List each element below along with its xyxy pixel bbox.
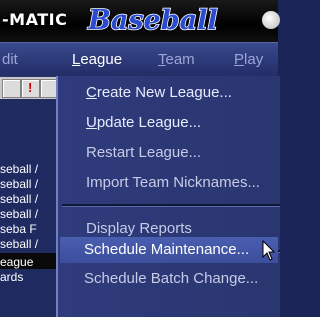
menu-item-schedule-batch-change[interactable]: Schedule Batch Change... bbox=[84, 270, 258, 287]
menu-item-schedule-maintenance[interactable]: Schedule Maintenance... bbox=[60, 237, 278, 263]
toolbar: ! bbox=[0, 77, 59, 100]
menu-league[interactable]: League bbox=[72, 51, 122, 68]
list-item[interactable]: seball / bbox=[0, 192, 56, 206]
list-item[interactable]: seba F bbox=[0, 222, 56, 236]
create-label: reate New League... bbox=[96, 84, 232, 101]
restart-label: Restart League... bbox=[86, 144, 202, 161]
menu-item-restart-league[interactable]: Restart League... bbox=[86, 144, 201, 161]
update-key: U bbox=[86, 114, 97, 131]
title-banner: -MATIC Baseball bbox=[0, 0, 280, 42]
baseball-logo: Baseball bbox=[86, 4, 218, 34]
alert-icon: ! bbox=[28, 80, 33, 95]
toolbar-alert-button[interactable]: ! bbox=[21, 79, 40, 98]
menu-item-display-reports[interactable]: Display Reports bbox=[86, 220, 192, 237]
menu-item-create-new-league[interactable]: Create New League... bbox=[86, 84, 232, 101]
schedule-maintenance-label: Schedule Maintenance... bbox=[84, 241, 250, 258]
list-item[interactable]: ards bbox=[0, 270, 56, 282]
menu-edit-label: dit bbox=[2, 51, 18, 68]
schedule-batch-change-label: Schedule Batch Change... bbox=[84, 270, 259, 287]
menu-team-key: T bbox=[158, 51, 166, 68]
menu-separator bbox=[62, 204, 280, 207]
menu-item-update-league[interactable]: Update League... bbox=[86, 114, 201, 131]
import-label: Import Team Nicknames... bbox=[86, 174, 260, 191]
list-item[interactable]: eague bbox=[0, 255, 56, 269]
menu-play-label: lay bbox=[244, 51, 264, 68]
menu-edit[interactable]: dit bbox=[2, 51, 18, 68]
update-label: pdate League... bbox=[96, 114, 202, 131]
toolbar-button[interactable] bbox=[2, 79, 21, 98]
list-item[interactable]: seball / bbox=[0, 207, 56, 221]
banner-left-text: -MATIC bbox=[2, 10, 68, 29]
create-key: C bbox=[86, 84, 97, 101]
menu-play[interactable]: Play bbox=[234, 51, 263, 68]
list-item[interactable]: seball / bbox=[0, 237, 56, 251]
menu-team-label: eam bbox=[165, 51, 195, 68]
menu-bar: dit League Team Play bbox=[0, 42, 278, 77]
logo-text: Baseball bbox=[87, 5, 218, 34]
menu-play-key: P bbox=[234, 51, 245, 68]
menu-team[interactable]: Team bbox=[158, 51, 195, 68]
baseball-icon bbox=[262, 11, 280, 29]
mouse-cursor-icon bbox=[262, 240, 276, 261]
list-item[interactable]: seball / bbox=[0, 177, 56, 191]
menu-item-import-team-nicknames[interactable]: Import Team Nicknames... bbox=[86, 174, 260, 191]
list-item[interactable]: seball / bbox=[0, 162, 56, 176]
menu-league-label: eague bbox=[80, 51, 123, 68]
display-reports-label: Display Reports bbox=[86, 220, 192, 237]
